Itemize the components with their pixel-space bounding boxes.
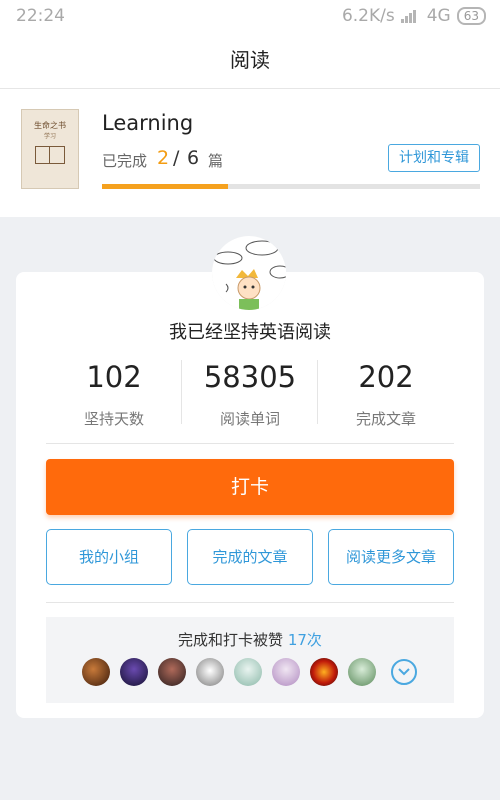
liker-avatar[interactable] <box>272 658 300 686</box>
my-group-button[interactable]: 我的小组 <box>46 529 172 585</box>
book-card[interactable]: 生命之书 学习 Learning 已完成 2 / 6 篇 计划和专辑 <box>0 89 500 217</box>
stat-value: 102 <box>86 360 142 394</box>
book-title: Learning <box>102 111 194 135</box>
liker-avatar[interactable] <box>82 658 110 686</box>
divider <box>46 443 454 444</box>
more-articles-button[interactable]: 阅读更多文章 <box>328 529 454 585</box>
finished-articles-button[interactable]: 完成的文章 <box>187 529 313 585</box>
likes-summary: 完成和打卡被赞 17次 <box>46 629 454 650</box>
network-type: 4G <box>426 6 451 26</box>
network-speed: 6.2K/s <box>341 6 395 26</box>
stat-value: 58305 <box>203 360 297 394</box>
liker-avatar[interactable] <box>120 658 148 686</box>
liker-avatar[interactable] <box>158 658 186 686</box>
stat-words: 58305 阅读单词 <box>182 360 318 429</box>
progress-total: 6 <box>187 147 200 169</box>
progress-label: 已完成 <box>102 152 148 170</box>
check-in-button[interactable]: 打卡 <box>46 459 454 515</box>
book-cover-icon[interactable]: 生命之书 学习 <box>21 109 79 189</box>
cover-title-art: 生命之书 <box>34 121 66 130</box>
cartoon-avatar-icon <box>212 236 286 310</box>
progress-bar <box>102 184 480 189</box>
stat-label: 阅读单词 <box>219 410 280 428</box>
status-time: 22:24 <box>16 6 65 26</box>
chevron-down-icon[interactable] <box>391 659 417 685</box>
likes-count: 17次 <box>287 631 322 649</box>
progress-separator: / <box>173 147 180 169</box>
stat-value: 202 <box>358 360 414 394</box>
open-book-icon <box>35 146 65 164</box>
progress-completed: 2 <box>157 147 170 169</box>
signal-icon <box>400 9 421 23</box>
cover-subtitle-art: 学习 <box>43 133 56 140</box>
liker-avatar[interactable] <box>310 658 338 686</box>
stat-articles: 202 完成文章 <box>318 360 454 429</box>
status-indicators: 6.2K/s 4G 63 <box>342 6 486 26</box>
liker-avatar[interactable] <box>234 658 262 686</box>
headline: 我已经坚持英语阅读 <box>169 322 331 343</box>
battery-icon: 63 <box>456 7 486 25</box>
likes-panel: 完成和打卡被赞 17次 <box>46 617 454 703</box>
liker-avatar[interactable] <box>348 658 376 686</box>
plan-and-album-button[interactable]: 计划和专辑 <box>388 144 480 172</box>
stat-label: 坚持天数 <box>83 410 144 428</box>
avatar[interactable] <box>212 236 286 310</box>
progress-unit: 篇 <box>208 152 224 170</box>
page-title: 阅读 <box>0 32 500 89</box>
divider <box>46 602 454 603</box>
likes-label: 完成和打卡被赞 <box>178 631 284 649</box>
stat-label: 完成文章 <box>355 410 416 428</box>
stat-days: 102 坚持天数 <box>46 360 182 429</box>
liker-avatar[interactable] <box>196 658 224 686</box>
progress-bar-fill <box>102 184 228 189</box>
status-bar: 22:24 6.2K/s 4G 63 <box>0 0 500 32</box>
